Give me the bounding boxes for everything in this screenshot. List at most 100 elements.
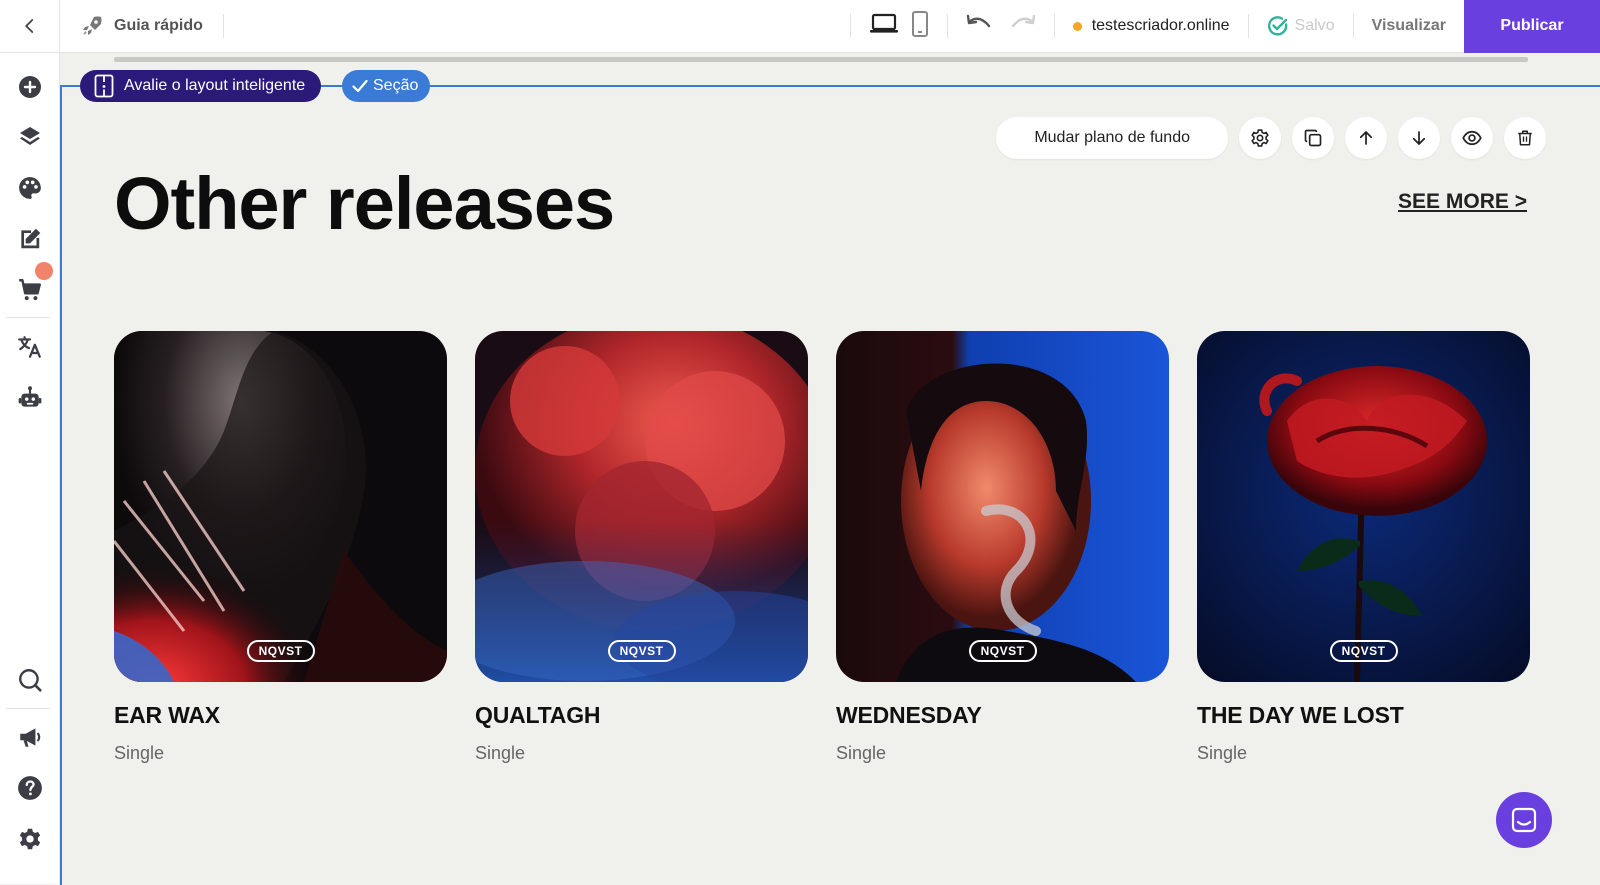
release-card[interactable]: NQVST EAR WAX Single <box>114 331 447 764</box>
layers-icon <box>20 127 40 145</box>
section-badge-label: Seção <box>373 77 419 94</box>
undo-button[interactable] <box>966 14 992 39</box>
back-button[interactable] <box>0 0 60 53</box>
check-circle-icon <box>1267 16 1287 36</box>
redo-icon <box>1011 14 1035 27</box>
arrow-down-icon <box>1412 131 1426 145</box>
sidebar-item-translate[interactable] <box>0 327 60 367</box>
cover-art-ear-wax <box>114 331 447 682</box>
release-title: WEDNESDAY <box>836 702 982 728</box>
cover-art-wednesday <box>836 331 1169 682</box>
left-sidebar <box>0 53 60 884</box>
laptop-icon <box>869 13 898 33</box>
move-section-down-button[interactable] <box>1398 117 1440 159</box>
release-label-tag: NQVST <box>607 640 676 662</box>
release-cover-image[interactable]: NQVST <box>475 331 808 682</box>
canvas-scroll-indicator <box>114 57 1528 62</box>
eye-icon <box>1462 130 1482 146</box>
release-type: Single <box>114 743 165 763</box>
notification-badge <box>35 262 53 280</box>
release-card[interactable]: NQVST WEDNESDAY Single <box>836 331 1169 764</box>
section-selection-badge[interactable]: Seção <box>342 70 431 102</box>
gear-icon <box>1251 129 1269 147</box>
domain-label: testescriador.online <box>1091 17 1230 34</box>
release-title: THE DAY WE LOST <box>1197 702 1404 728</box>
release-card[interactable]: NQVST THE DAY WE LOST Single <box>1197 331 1530 764</box>
chat-icon <box>1511 807 1537 833</box>
copy-icon <box>1304 129 1322 147</box>
divider <box>6 708 50 709</box>
trash-icon <box>1518 130 1532 146</box>
redo-button[interactable] <box>1010 14 1036 39</box>
palette-icon <box>19 177 41 199</box>
cart-icon <box>19 279 41 301</box>
release-title: EAR WAX <box>114 702 220 728</box>
sidebar-item-theme[interactable] <box>0 168 60 208</box>
release-type: Single <box>836 743 887 763</box>
layout-info-icon <box>94 74 114 98</box>
rocket-icon <box>83 16 102 35</box>
domain-link[interactable]: testescriador.online <box>1055 17 1248 35</box>
publish-button[interactable]: Publicar <box>1464 0 1600 53</box>
toggle-visibility-button[interactable] <box>1451 117 1493 159</box>
divider <box>222 14 224 38</box>
help-icon <box>18 776 42 800</box>
check-icon <box>352 79 368 93</box>
smart-layout-review-button[interactable]: Avalie o layout inteligente <box>80 70 322 102</box>
chat-support-button[interactable] <box>1496 792 1552 848</box>
chevron-left-icon <box>24 19 33 33</box>
see-more-link[interactable]: SEE MORE > <box>1398 190 1527 214</box>
settings-icon <box>19 828 41 850</box>
add-icon <box>19 76 41 98</box>
sidebar-item-settings[interactable] <box>0 819 60 859</box>
release-cards: NQVST EAR WAX Single NQVST QUALTAGH Sing… <box>114 331 1530 764</box>
mobile-view-button[interactable] <box>911 10 929 42</box>
sidebar-item-ai[interactable] <box>0 378 60 418</box>
preview-button[interactable]: Visualizar <box>1354 17 1464 35</box>
sidebar-item-marketing[interactable] <box>0 717 60 757</box>
sidebar-item-search[interactable] <box>0 660 60 700</box>
section-settings-button[interactable] <box>1239 117 1281 159</box>
release-type: Single <box>1197 743 1248 763</box>
move-section-up-button[interactable] <box>1345 117 1387 159</box>
robot-icon <box>18 386 42 407</box>
release-card[interactable]: NQVST QUALTAGH Single <box>475 331 808 764</box>
change-background-button[interactable]: Mudar plano de fundo <box>996 117 1228 159</box>
divider <box>6 317 50 318</box>
search-icon <box>19 669 42 692</box>
quick-guide-label: Guia rápido <box>114 17 203 34</box>
smart-layout-label: Avalie o layout inteligente <box>124 77 306 94</box>
sidebar-item-add[interactable] <box>0 67 60 107</box>
editor-canvas: Avalie o layout inteligente Seção Mudar … <box>60 53 1600 885</box>
translate-icon <box>18 336 41 358</box>
undo-icon <box>966 14 990 27</box>
delete-section-button[interactable] <box>1504 117 1546 159</box>
saved-label: Salvo <box>1294 17 1335 34</box>
sidebar-item-layers[interactable] <box>0 117 60 157</box>
edit-icon <box>21 228 41 249</box>
save-status: Salvo <box>1249 15 1353 37</box>
sidebar-item-help[interactable] <box>0 768 60 808</box>
top-bar: Guia rápido testescriador.online Salvo V… <box>0 0 1600 53</box>
phone-icon <box>911 10 928 37</box>
release-type: Single <box>475 743 526 763</box>
release-title: QUALTAGH <box>475 702 601 728</box>
duplicate-section-button[interactable] <box>1292 117 1334 159</box>
history-controls <box>948 14 1054 39</box>
cover-art-the-day-we-lost <box>1197 331 1530 682</box>
release-cover-image[interactable]: NQVST <box>836 331 1169 682</box>
release-label-tag: NQVST <box>1329 640 1398 662</box>
megaphone-icon <box>20 728 41 747</box>
release-cover-image[interactable]: NQVST <box>114 331 447 682</box>
arrow-up-icon <box>1359 131 1373 145</box>
cover-art-qualtagh <box>475 331 808 682</box>
desktop-view-button[interactable] <box>869 13 899 40</box>
quick-guide-button[interactable]: Guia rápido <box>60 0 223 52</box>
device-switcher <box>851 10 947 42</box>
release-label-tag: NQVST <box>968 640 1037 662</box>
sidebar-item-edit[interactable] <box>0 219 60 259</box>
release-label-tag: NQVST <box>246 640 315 662</box>
domain-status-dot <box>1072 21 1082 31</box>
section-heading: Other releases <box>114 162 615 245</box>
release-cover-image[interactable]: NQVST <box>1197 331 1530 682</box>
